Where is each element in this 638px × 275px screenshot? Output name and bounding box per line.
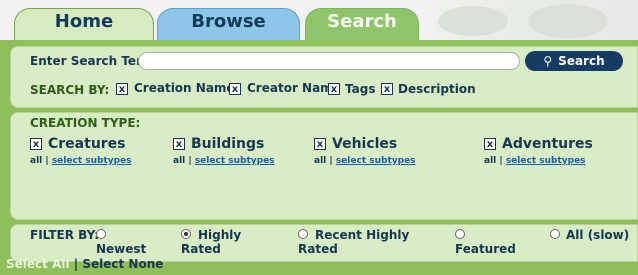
filter-recent-highly-rated-radio[interactable] (298, 229, 308, 239)
filter-highly-rated-radio[interactable] (181, 229, 191, 239)
filter-rated-label: Rated (181, 242, 221, 256)
description-label: Description (398, 82, 476, 96)
search-input[interactable] (138, 52, 520, 70)
creatures-select-subtypes-link[interactable]: select subtypes (52, 156, 132, 166)
description-checkbox[interactable]: x (381, 83, 393, 95)
filter-by-label: FILTER BY: (30, 228, 100, 242)
search-button[interactable]: ⚲ Search (525, 51, 623, 71)
filter-all-radio[interactable] (550, 229, 560, 239)
vehicles-subtypes: all | select subtypes (314, 156, 416, 166)
buildings-label: Buildings (191, 136, 265, 152)
filter-highly-label: Highly (198, 228, 242, 242)
adventures-checkbox[interactable]: x (484, 138, 496, 150)
adventures-label: Adventures (502, 136, 593, 152)
buildings-checkbox[interactable]: x (173, 138, 185, 150)
search-by-label: SEARCH BY: (30, 83, 110, 97)
creatures-checkbox[interactable]: x (30, 138, 42, 150)
filter-featured-label: Featured (455, 242, 516, 256)
filter-newest-radio[interactable] (96, 229, 106, 239)
creation-name-label: Creation Name (134, 81, 235, 95)
tab-home[interactable]: Home (14, 8, 154, 40)
creation-type-label: CREATION TYPE: (30, 116, 141, 130)
creation-name-checkbox[interactable]: x (116, 83, 128, 95)
vehicles-label: Vehicles (332, 136, 398, 152)
tags-checkbox[interactable]: x (328, 83, 340, 95)
creatures-subtypes: all | select subtypes (30, 156, 132, 166)
selection-bar: Select All | Select None (6, 257, 163, 271)
select-all-link[interactable]: Select All (6, 257, 70, 271)
adventures-all[interactable]: all (484, 156, 496, 166)
buildings-sep: | (188, 156, 192, 166)
creatures-sep: | (45, 156, 49, 166)
search-button-label: Search (558, 54, 605, 68)
adventures-subtypes: all | select subtypes (484, 156, 586, 166)
header-decoration (418, 0, 638, 40)
filter-all-label: All (slow) (566, 228, 630, 242)
filter-featured-radio[interactable] (455, 229, 465, 239)
select-none-link[interactable]: Select None (82, 257, 163, 271)
vehicles-all[interactable]: all (314, 156, 326, 166)
vehicles-select-subtypes-link[interactable]: select subtypes (336, 156, 416, 166)
buildings-select-subtypes-link[interactable]: select subtypes (195, 156, 275, 166)
buildings-subtypes: all | select subtypes (173, 156, 275, 166)
creatures-all[interactable]: all (30, 156, 42, 166)
vehicles-checkbox[interactable]: x (314, 138, 326, 150)
search-page: { "tabs": [ {"label":"Home"}, {"label":"… (0, 0, 638, 275)
buildings-all[interactable]: all (173, 156, 185, 166)
creatures-label: Creatures (48, 136, 126, 152)
tags-label: Tags (345, 82, 376, 96)
adventures-select-subtypes-link[interactable]: select subtypes (506, 156, 586, 166)
creator-name-label: Creator Name (247, 81, 341, 95)
vehicles-sep: | (329, 156, 333, 166)
filter-recent-highly-label: Recent Highly (315, 228, 410, 242)
search-label: Enter Search Ter (30, 54, 142, 68)
filter-recent-rated-label: Rated (298, 242, 338, 256)
tab-search[interactable]: Search (305, 8, 419, 40)
main-area: Enter Search Ter ⚲ Search SEARCH BY: x C… (0, 40, 638, 275)
select-sep: | (73, 257, 79, 271)
tab-browse[interactable]: Browse (157, 8, 300, 40)
filter-newest-label: Newest (96, 242, 147, 256)
search-icon: ⚲ (543, 54, 553, 68)
adventures-sep: | (499, 156, 503, 166)
creator-name-checkbox[interactable]: x (229, 83, 241, 95)
